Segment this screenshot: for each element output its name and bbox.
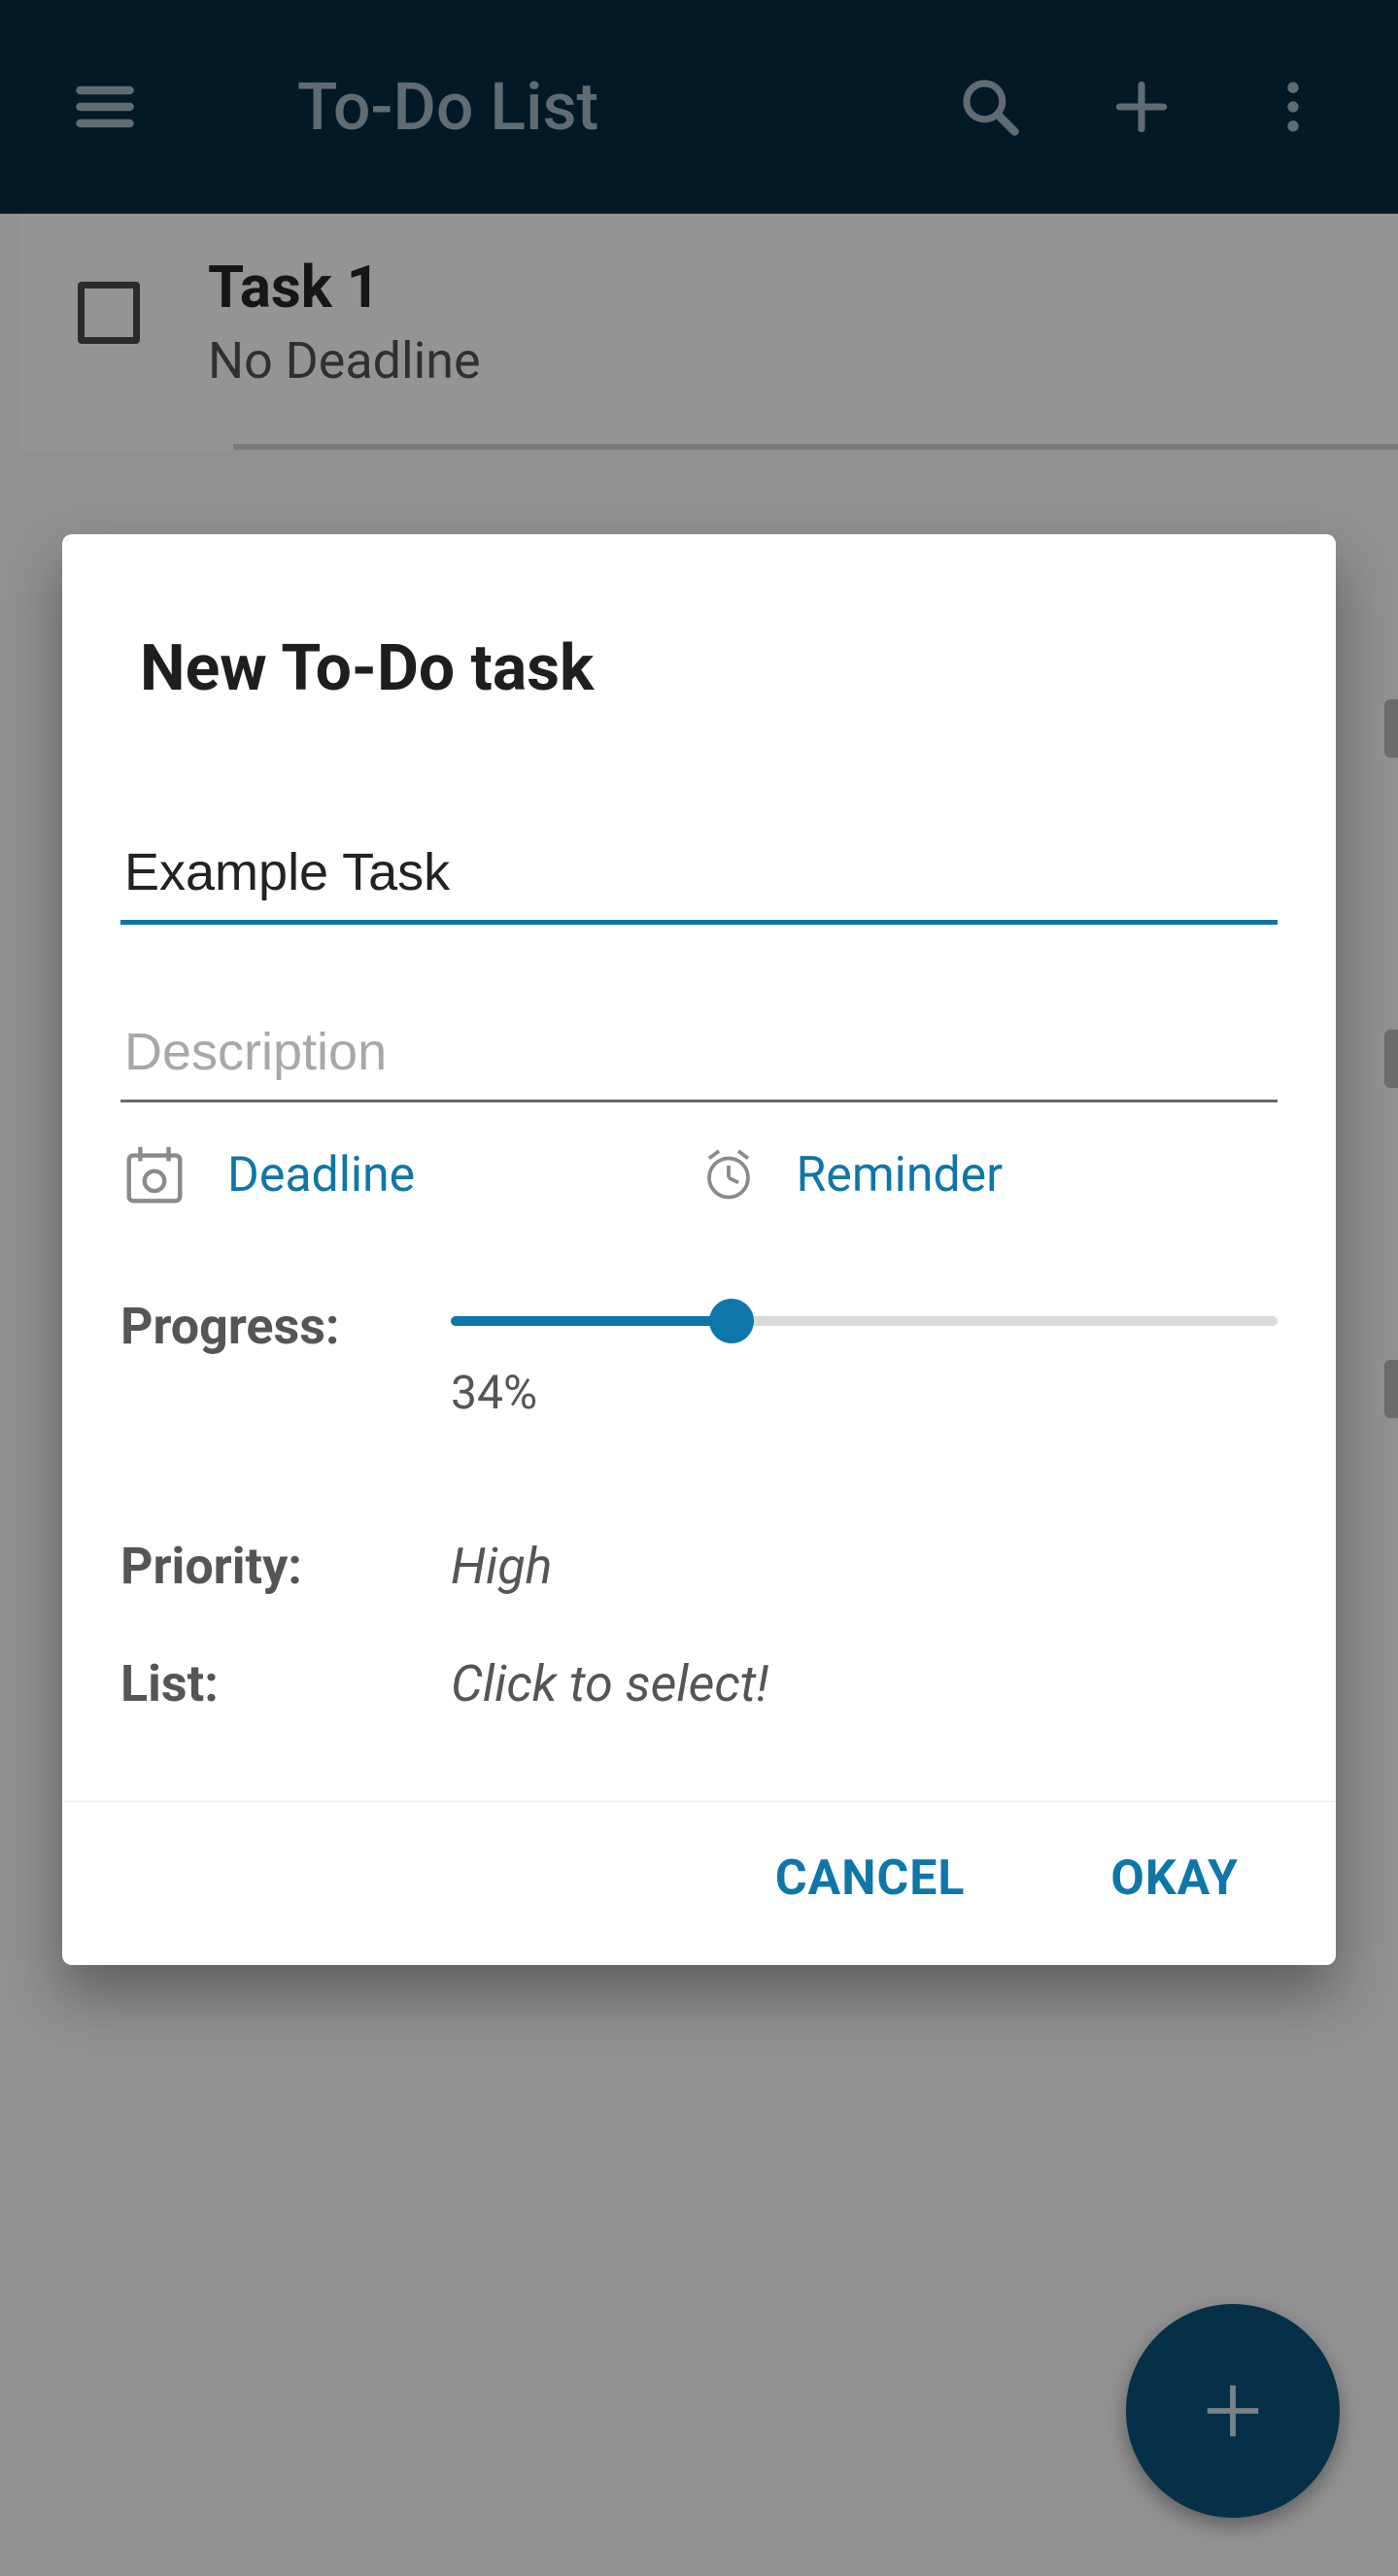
deadline-button[interactable]: Deadline [120,1141,699,1209]
dialog-actions: CANCEL OKAY [62,1801,1336,1965]
progress-value-text: 34% [451,1365,1278,1420]
priority-label: Priority: [120,1537,451,1596]
deadline-label: Deadline [227,1147,415,1203]
reminder-label: Reminder [797,1147,1004,1203]
list-value[interactable]: Click to select! [451,1654,1278,1713]
okay-button[interactable]: OKAY [1110,1850,1239,1907]
progress-label: Progress: [120,1297,451,1356]
slider-fill [451,1316,732,1326]
task-description-input[interactable] [120,1012,1278,1102]
progress-slider[interactable] [451,1316,1278,1326]
cancel-button[interactable]: CANCEL [775,1850,965,1907]
task-name-input[interactable] [120,832,1278,925]
slider-thumb[interactable] [709,1299,754,1343]
dialog-title: New To-Do task [62,534,1336,745]
reminder-button[interactable]: Reminder [699,1141,1279,1209]
list-label: List: [120,1654,451,1713]
priority-value[interactable]: High [451,1537,1278,1596]
calendar-icon [120,1141,188,1209]
clock-icon [699,1146,758,1204]
new-task-dialog: New To-Do task Deadline [62,534,1336,1965]
